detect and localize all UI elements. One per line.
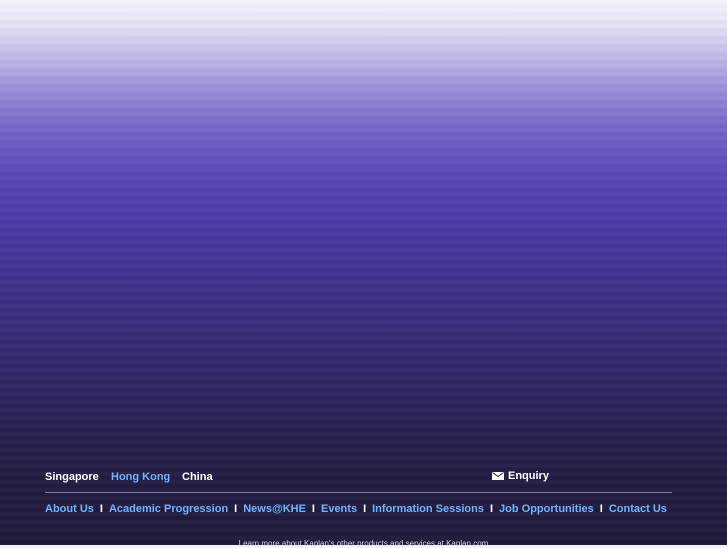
kaplan-tagline[interactable]: Learn more about Kaplan's other products… bbox=[0, 539, 727, 548]
footer-link-events[interactable]: Events bbox=[321, 503, 357, 515]
footer-link-job-opportunities[interactable]: Job Opportunities bbox=[499, 503, 594, 515]
nav-separator: I bbox=[599, 503, 603, 515]
footer-link-about-us[interactable]: About Us bbox=[45, 503, 94, 515]
nav-separator: I bbox=[311, 503, 315, 515]
region-link-singapore[interactable]: Singapore bbox=[45, 471, 99, 483]
nav-separator: I bbox=[99, 503, 103, 515]
nav-separator: I bbox=[363, 503, 367, 515]
footer-link-contact-us[interactable]: Contact Us bbox=[609, 503, 667, 515]
footer-link-academic-progression[interactable]: Academic Progression bbox=[109, 503, 228, 515]
nav-separator: I bbox=[234, 503, 238, 515]
nav-separator: I bbox=[489, 503, 494, 515]
mail-icon bbox=[492, 472, 504, 480]
region-link-china[interactable]: China bbox=[182, 471, 213, 483]
background-banding bbox=[0, 0, 727, 545]
footer-nav: About Us I Academic Progression I News@KHE I E… bbox=[45, 503, 667, 515]
region-selector: Singapore Hong Kong China Enquiry bbox=[45, 466, 672, 488]
footer-divider bbox=[45, 492, 672, 493]
region-link-hong-kong[interactable]: Hong Kong bbox=[111, 471, 170, 483]
enquiry-label: Enquiry bbox=[508, 470, 549, 482]
footer: Singapore Hong Kong China Enquiry About … bbox=[45, 466, 672, 515]
footer-link-information-sessions[interactable]: Information Sessions bbox=[372, 503, 484, 515]
enquiry-link[interactable]: Enquiry bbox=[492, 470, 549, 482]
footer-link-news[interactable]: News@KHE bbox=[243, 503, 306, 515]
